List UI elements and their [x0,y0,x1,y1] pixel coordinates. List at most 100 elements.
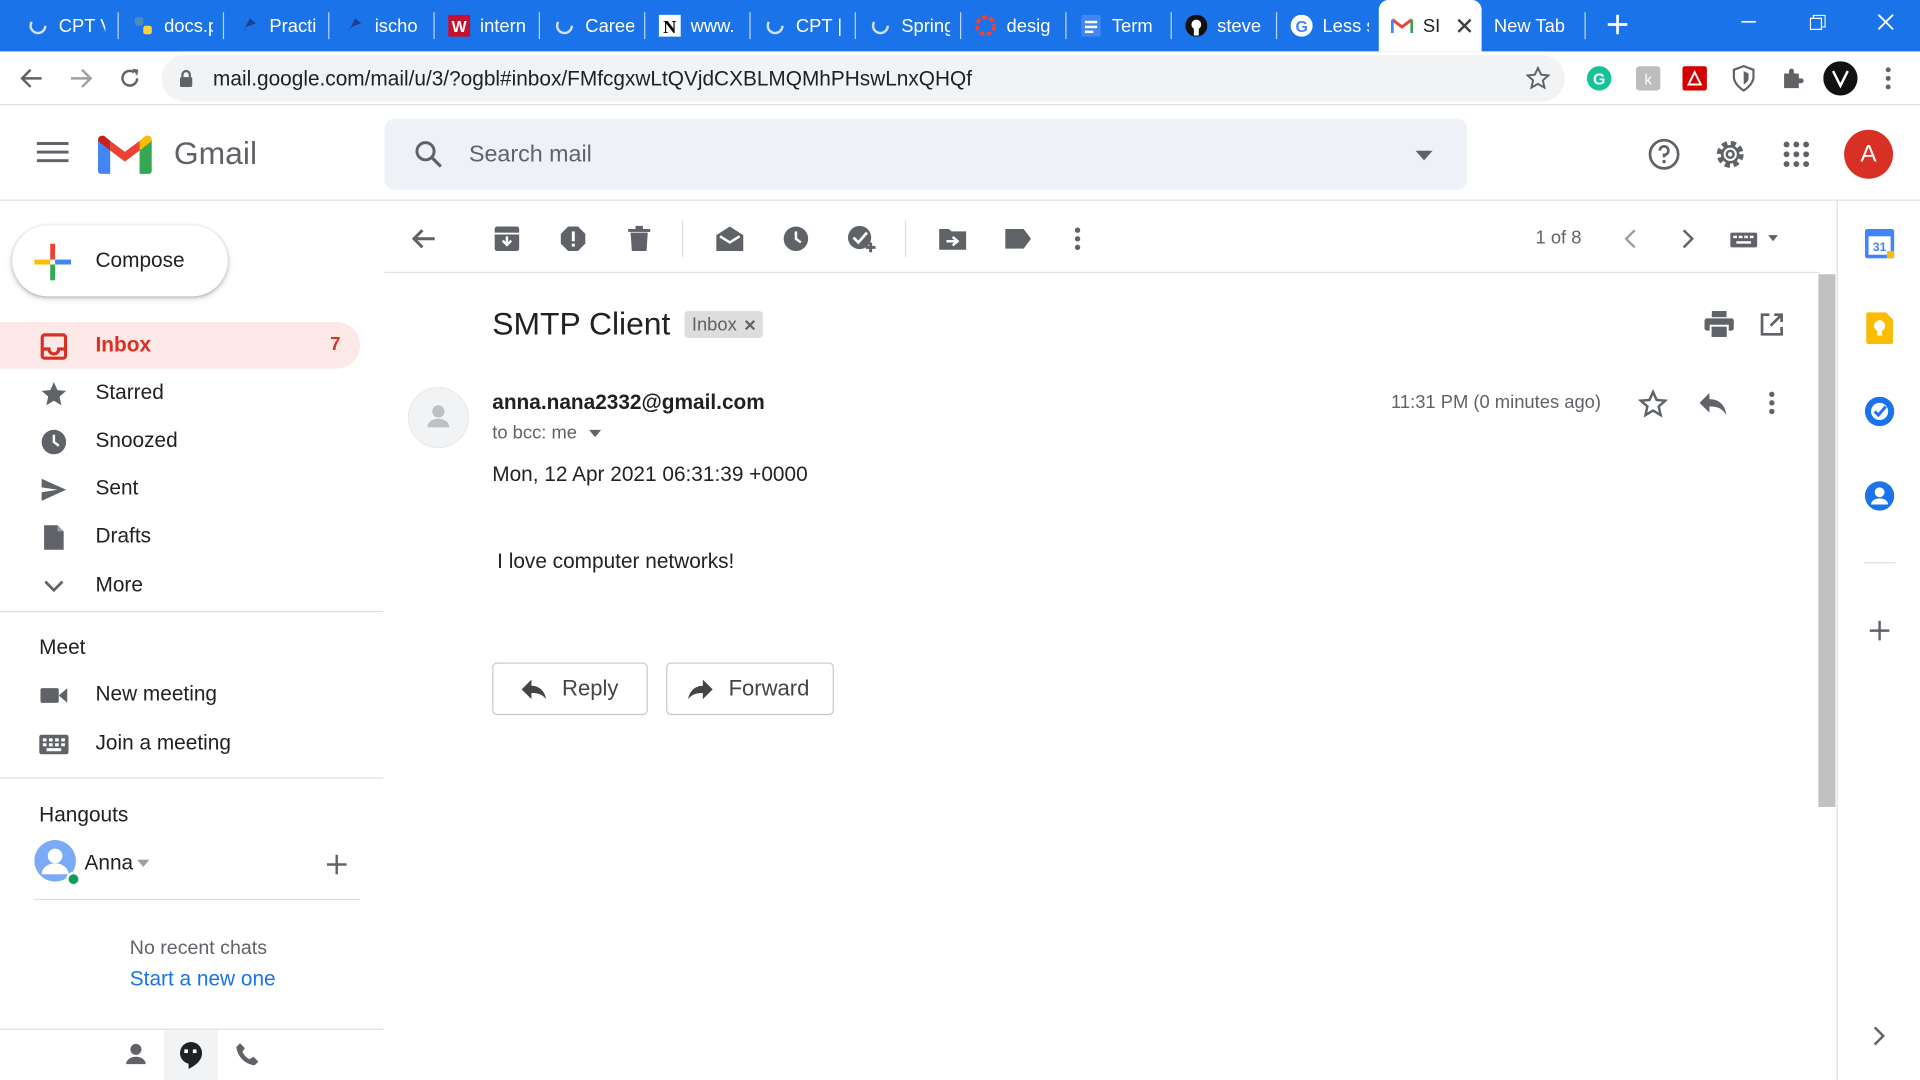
star-message-icon[interactable] [1638,389,1668,418]
add-to-tasks-icon[interactable] [846,223,878,255]
apps-grid-icon[interactable] [1772,130,1821,179]
bookmark-star-icon[interactable] [1525,66,1551,90]
hide-side-panel-chevron-icon[interactable] [1864,1020,1896,1052]
tab-title: steve [1217,15,1262,37]
browser-tab[interactable]: desig [962,5,1062,47]
add-chat-icon[interactable] [326,853,348,875]
phone-icon[interactable] [235,1042,259,1066]
hangouts-tab-active[interactable] [164,1029,218,1080]
browser-tab[interactable]: docs.p [120,5,220,47]
browser-tab[interactable]: steve [1173,5,1273,47]
move-to-icon[interactable] [937,223,969,255]
restore-icon[interactable] [1783,0,1852,44]
nav-starred[interactable]: Starred [0,370,360,417]
gmail-icon [1391,15,1414,37]
remove-label-icon[interactable] [744,319,755,330]
tab-close-icon[interactable] [1457,18,1472,33]
browser-tab[interactable]: CPT V [15,5,113,47]
start-new-chat-link[interactable]: Start a new one [130,967,276,991]
compose-button[interactable]: Compose [12,225,228,297]
back-to-inbox-icon[interactable] [408,223,440,255]
extension-icon[interactable]: k [1631,61,1665,95]
nav-inbox[interactable]: Inbox 7 [0,322,361,369]
newer-chevron-left-icon[interactable] [1614,223,1646,255]
print-icon[interactable] [1704,311,1734,338]
gmail-brand[interactable]: Gmail [174,135,257,173]
grammarly-extension-icon[interactable]: G [1582,61,1616,95]
help-icon[interactable] [1640,130,1689,179]
get-addons-plus-icon[interactable] [1864,615,1896,647]
reply-icon[interactable] [1698,392,1727,416]
person-icon[interactable] [122,1041,149,1068]
clock-icon [39,427,68,456]
contacts-icon[interactable] [1864,480,1896,512]
search-input[interactable]: Search mail [469,142,592,169]
mark-unread-icon[interactable] [714,223,746,255]
browser-tab[interactable]: Spring [857,5,957,47]
browser-tab[interactable]: Caree [541,5,641,47]
join-meeting-item[interactable]: Join a meeting [0,720,360,767]
calendar-icon[interactable]: 31 [1864,228,1896,260]
reply-button[interactable]: Reply [492,662,648,716]
user-status-dropdown-icon[interactable] [137,859,150,867]
browser-tab[interactable]: Term [1068,5,1171,47]
browser-tab[interactable]: ischo [331,5,431,47]
reload-icon[interactable] [113,61,147,95]
archive-icon[interactable] [491,223,523,255]
new-tab-icon[interactable] [1607,13,1629,35]
browser-tab[interactable]: N www. [647,5,747,47]
back-icon[interactable] [15,61,49,95]
hangouts-user-avatar[interactable] [34,840,79,885]
main-menu-icon[interactable] [36,140,69,164]
docs-icon [1080,14,1102,37]
keep-icon[interactable] [1864,312,1896,345]
browser-tab[interactable]: W intern [436,5,536,47]
label-tag-icon[interactable] [1002,223,1034,255]
forward-icon[interactable] [64,61,98,95]
shield-extension-icon[interactable] [1727,61,1761,95]
browser-tab[interactable]: Practi [225,5,325,47]
nav-label: Join a meeting [95,731,231,755]
puzzle-extensions-icon[interactable] [1776,61,1810,95]
profile-avatar[interactable] [1822,60,1859,97]
tasks-icon[interactable] [1864,396,1896,428]
lock-icon[interactable] [179,69,194,89]
hangouts-user-name[interactable]: Anna [84,851,133,875]
gmail-logo-icon[interactable] [97,133,152,175]
nav-label: Drafts [95,524,152,548]
message-scrollbar[interactable] [1818,274,1836,807]
report-spam-icon[interactable] [557,223,589,255]
pdf-extension-icon[interactable] [1678,61,1712,95]
nav-more[interactable]: More [0,562,360,609]
search-icon[interactable] [414,140,443,169]
more-actions-icon[interactable] [1062,223,1094,255]
search-bar[interactable]: Search mail [384,118,1467,190]
open-new-window-icon[interactable] [1760,312,1784,336]
nav-drafts[interactable]: Drafts [0,513,360,560]
address-bar[interactable]: mail.google.com/mail/u/3/?ogbl#inbox/FMf… [161,55,1565,102]
p-icon [343,15,365,37]
forward-button[interactable]: Forward [666,662,834,716]
browser-tab-active[interactable]: SI [1378,0,1482,52]
snooze-clock-icon[interactable] [780,223,812,255]
browser-tab[interactable]: CPT | [752,5,852,47]
sender-email[interactable]: anna.nana2332@gmail.com [492,391,765,415]
nav-sent[interactable]: Sent [0,465,360,512]
close-window-icon[interactable] [1851,0,1920,44]
account-avatar[interactable]: A [1844,129,1894,179]
delete-trash-icon[interactable] [623,223,655,255]
nav-snoozed[interactable]: Snoozed [0,418,360,465]
browser-menu-icon[interactable] [1871,61,1905,95]
older-chevron-right-icon[interactable] [1673,223,1705,255]
new-meeting-item[interactable]: New meeting [0,671,360,718]
input-tools-keyboard-icon[interactable] [1729,223,1783,255]
minimize-icon[interactable] [1714,0,1783,44]
tab-title: New Tab [1493,15,1566,37]
message-more-icon[interactable] [1768,391,1775,415]
show-details-icon[interactable] [589,429,602,437]
browser-tab[interactable]: New Tab [1482,5,1585,47]
browser-tab[interactable]: G Less s [1278,5,1376,47]
settings-gear-icon[interactable] [1706,130,1755,179]
reply-arrow-icon [520,678,547,700]
search-options-icon[interactable] [1415,150,1433,161]
